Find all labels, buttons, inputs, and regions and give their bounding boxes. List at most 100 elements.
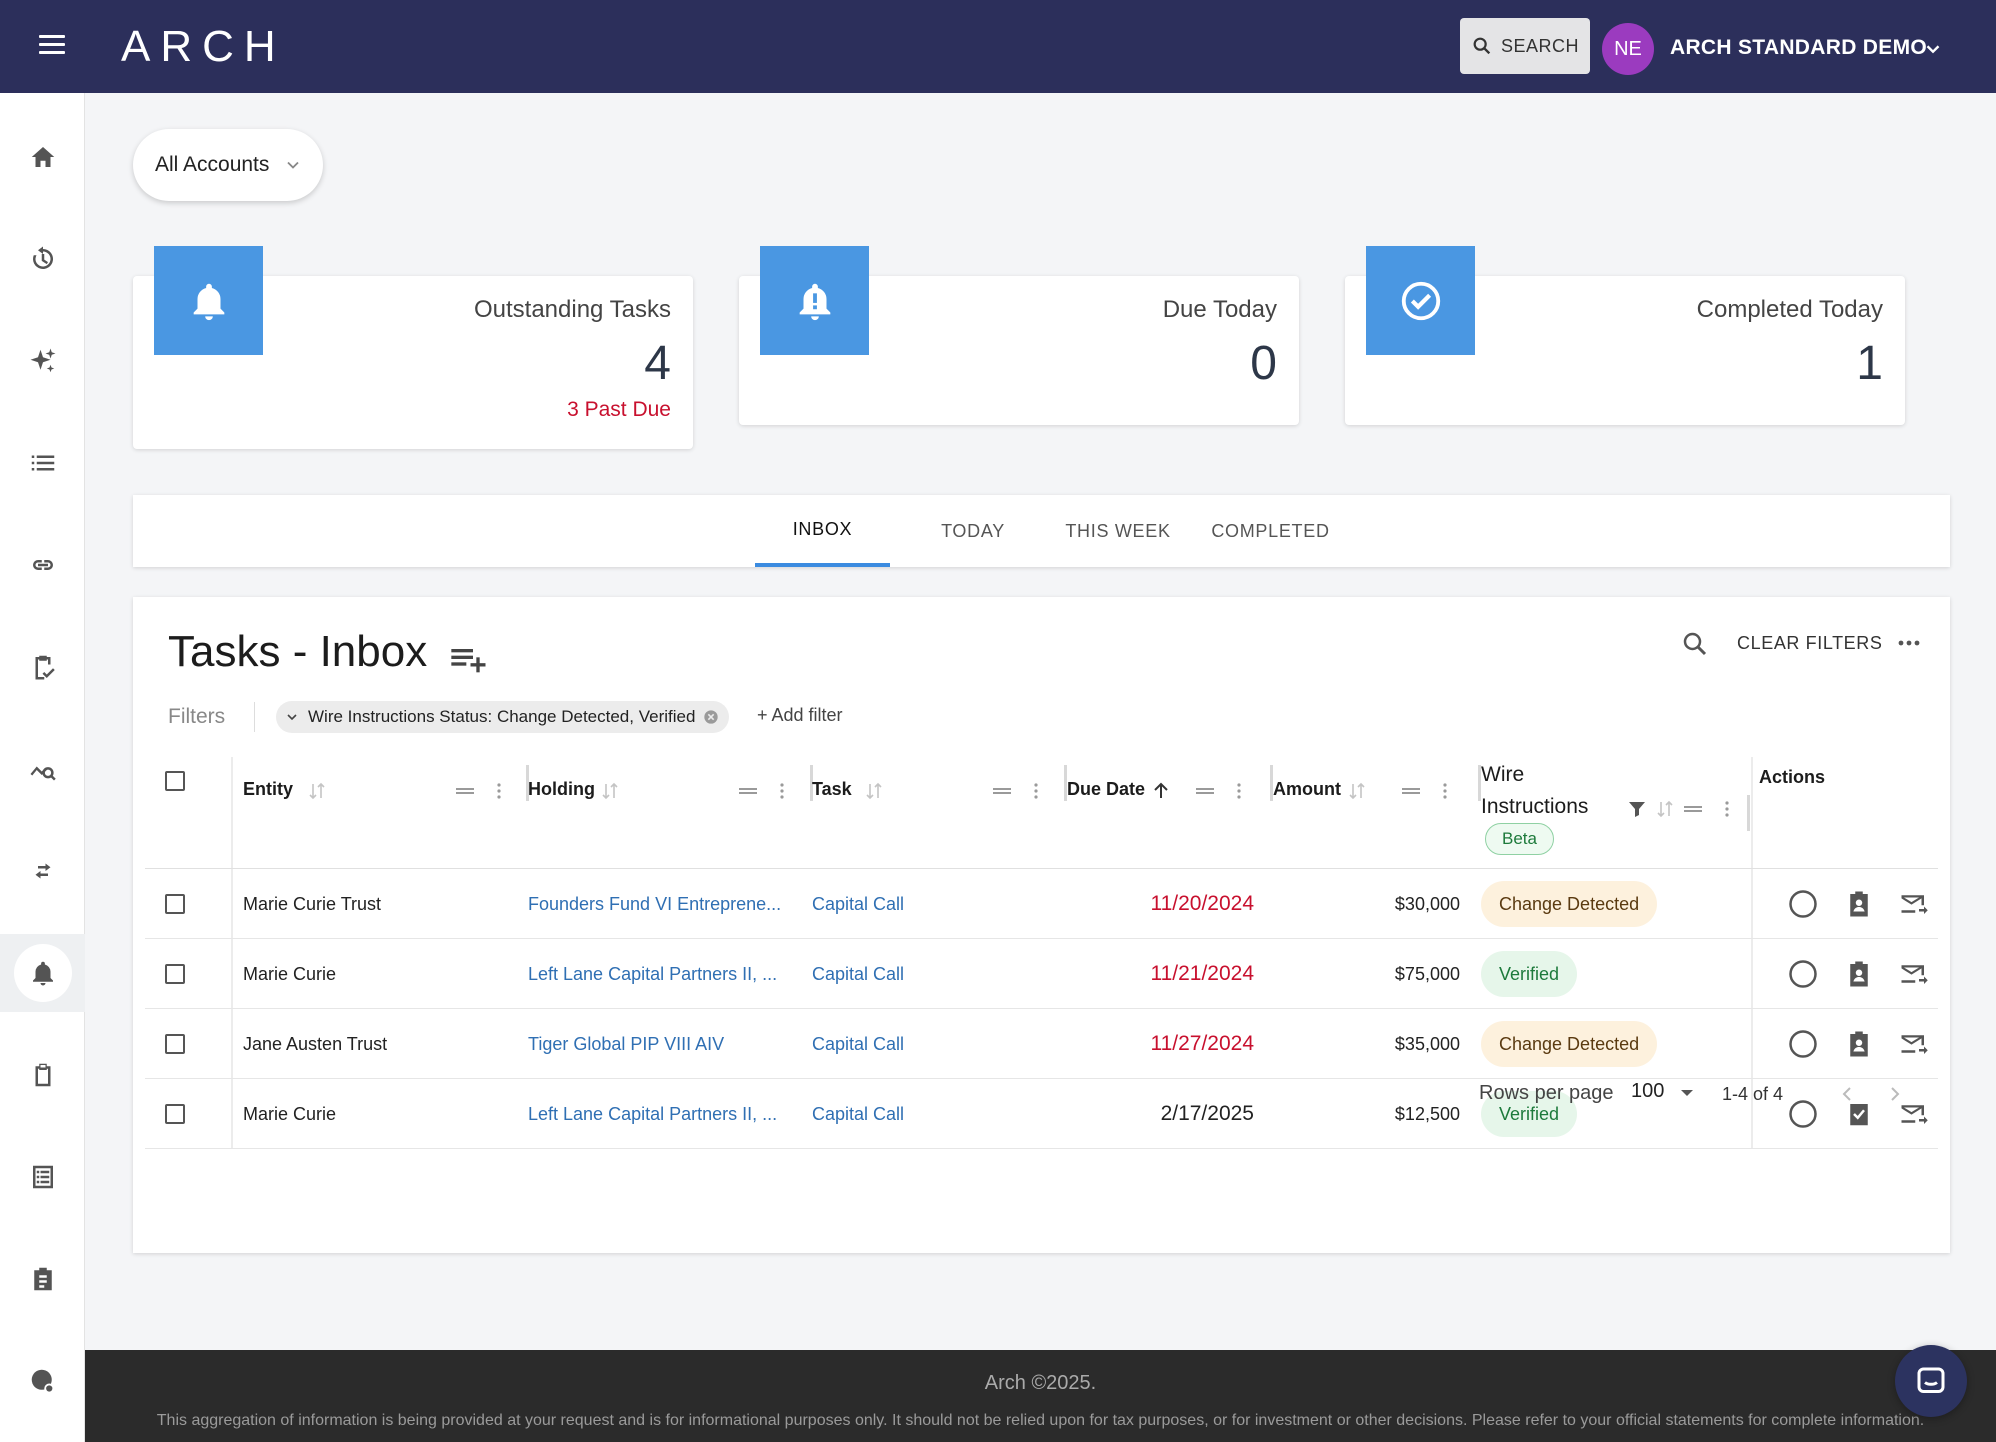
rows-per-page-select[interactable]: 100 <box>1631 1080 1664 1103</box>
drag-handle-icon[interactable] <box>1401 781 1421 801</box>
column-task[interactable]: Task <box>812 757 1062 869</box>
top-bar: ARCH SEARCH NE ARCH STANDARD DEMO <box>0 0 1996 93</box>
tab-completed[interactable]: COMPLETED <box>1193 495 1348 567</box>
account-name[interactable]: ARCH STANDARD DEMO <box>1670 36 1927 60</box>
add-filter-button[interactable]: + Add filter <box>757 705 843 726</box>
analytics-search-icon[interactable] <box>0 730 85 808</box>
filter-chip[interactable]: Wire Instructions Status: Change Detecte… <box>276 701 730 733</box>
chevron-left-icon[interactable] <box>1835 1082 1859 1106</box>
more-horiz-icon[interactable] <box>1895 633 1923 653</box>
sort-icon[interactable] <box>1347 781 1367 801</box>
task-link[interactable]: Capital Call <box>812 869 1052 939</box>
column-label: Wire <box>1481 763 1525 786</box>
column-menu-icon[interactable] <box>1229 781 1249 801</box>
menu-icon[interactable] <box>36 30 68 62</box>
list-icon[interactable] <box>0 424 85 502</box>
column-separator[interactable] <box>1747 795 1750 831</box>
column-menu-icon[interactable] <box>489 781 509 801</box>
sort-icon[interactable] <box>864 781 884 801</box>
filter-icon[interactable] <box>1627 799 1647 819</box>
sort-icon[interactable] <box>1655 799 1675 819</box>
row-checkbox[interactable] <box>165 894 185 914</box>
tab-today[interactable]: TODAY <box>903 495 1043 567</box>
drag-handle-icon[interactable] <box>1195 781 1215 801</box>
column-menu-icon[interactable] <box>772 781 792 801</box>
bell-alert-icon <box>760 246 869 355</box>
completed-today-card[interactable]: Completed Today 1 <box>1345 246 1905 425</box>
column-holding[interactable]: Holding <box>528 757 808 869</box>
amount-cell: $75,000 <box>1394 963 1460 984</box>
avatar[interactable]: NE <box>1602 23 1654 75</box>
filter-divider <box>254 702 255 732</box>
wire-status-badge: Verified <box>1481 951 1578 997</box>
chevron-down-icon[interactable] <box>1922 38 1944 60</box>
globe-settings-icon[interactable] <box>0 1342 85 1420</box>
past-due-count: 3 Past Due <box>567 398 671 421</box>
clear-chip-icon[interactable] <box>703 709 719 725</box>
task-link[interactable]: Capital Call <box>812 939 1052 1009</box>
column-label: Actions <box>1759 767 1826 787</box>
row-checkbox[interactable] <box>165 964 185 984</box>
filters-label: Filters <box>168 705 226 728</box>
playlist-add-icon[interactable] <box>448 639 488 679</box>
home-icon[interactable] <box>0 118 85 196</box>
document-list-icon[interactable] <box>0 1138 85 1216</box>
sort-icon[interactable] <box>600 781 620 801</box>
holding-link[interactable]: Founders Fund VI Entreprene... <box>528 869 798 939</box>
due-date-cell: 11/21/2024 <box>1150 962 1254 985</box>
search-button[interactable]: SEARCH <box>1460 18 1590 74</box>
column-actions: Actions <box>1759 757 1909 869</box>
clear-filters-button[interactable]: CLEAR FILTERS <box>1737 633 1883 654</box>
tab-this-week[interactable]: THIS WEEK <box>1043 495 1193 567</box>
column-menu-icon[interactable] <box>1717 799 1737 819</box>
task-check-icon[interactable] <box>0 628 85 706</box>
holding-link[interactable]: Left Lane Capital Partners II, ... <box>528 939 798 1009</box>
complete-task-icon[interactable] <box>1788 889 1818 919</box>
send-email-icon[interactable] <box>1899 889 1929 919</box>
arrow-up-icon[interactable] <box>1151 781 1171 801</box>
drag-handle-icon[interactable] <box>992 781 1012 801</box>
entity-cell: Marie Curie <box>243 963 337 984</box>
transfer-icon[interactable] <box>0 832 85 910</box>
search-icon[interactable] <box>1680 629 1710 659</box>
due-today-card[interactable]: Due Today 0 <box>739 246 1299 425</box>
outstanding-tasks-card[interactable]: Outstanding Tasks 4 3 Past Due <box>133 246 693 449</box>
tab-inbox[interactable]: INBOX <box>755 495 890 567</box>
column-due-date[interactable]: Due Date <box>1067 757 1267 869</box>
table-row[interactable]: Marie Curie Trust Founders Fund VI Entrep… <box>145 869 1938 939</box>
select-all-checkbox[interactable] <box>165 771 185 791</box>
notifications-nav-item[interactable] <box>0 934 85 1012</box>
column-entity[interactable]: Entity <box>243 757 523 869</box>
sparkle-icon[interactable] <box>0 322 85 400</box>
footer-copyright: Arch ©2025. <box>984 1372 1097 1394</box>
row-checkbox[interactable] <box>165 1034 185 1054</box>
complete-task-icon[interactable] <box>1788 959 1818 989</box>
column-label: Task <box>812 779 852 799</box>
send-email-icon[interactable] <box>1899 959 1929 989</box>
chevron-right-icon[interactable] <box>1883 1082 1907 1106</box>
account-filter-select[interactable]: All Accounts <box>133 129 323 201</box>
search-button-label: SEARCH <box>1500 35 1579 56</box>
task-tabs: INBOX TODAY THIS WEEK COMPLETED <box>133 495 1950 567</box>
column-amount[interactable]: Amount <box>1273 757 1473 869</box>
clipboard-account-icon[interactable] <box>1844 889 1874 919</box>
drag-handle-icon[interactable] <box>738 781 758 801</box>
clipboard-account-icon[interactable] <box>1844 959 1874 989</box>
rows-per-page-label: Rows per page <box>1479 1082 1614 1104</box>
due-date-cell: 11/20/2024 <box>1150 892 1254 915</box>
column-menu-icon[interactable] <box>1435 781 1455 801</box>
dropdown-arrow-icon[interactable] <box>1681 1090 1693 1096</box>
chat-launcher-button[interactable] <box>1895 1345 1967 1417</box>
drag-handle-icon[interactable] <box>455 781 475 801</box>
drag-handle-icon[interactable] <box>1683 799 1703 819</box>
sort-icon[interactable] <box>307 781 327 801</box>
history-icon[interactable] <box>0 220 85 298</box>
clipboard-icon[interactable] <box>0 1036 85 1114</box>
link-icon[interactable] <box>0 526 85 604</box>
assignment-icon[interactable] <box>0 1240 85 1318</box>
select-all-cell <box>165 757 205 869</box>
table-row[interactable]: Marie Curie Left Lane Capital Partners II… <box>145 939 1938 1009</box>
column-menu-icon[interactable] <box>1026 781 1046 801</box>
footer: Arch ©2025. This aggregation of informat… <box>85 1350 1996 1442</box>
wire-status-cell: Verified <box>1481 939 1751 1009</box>
